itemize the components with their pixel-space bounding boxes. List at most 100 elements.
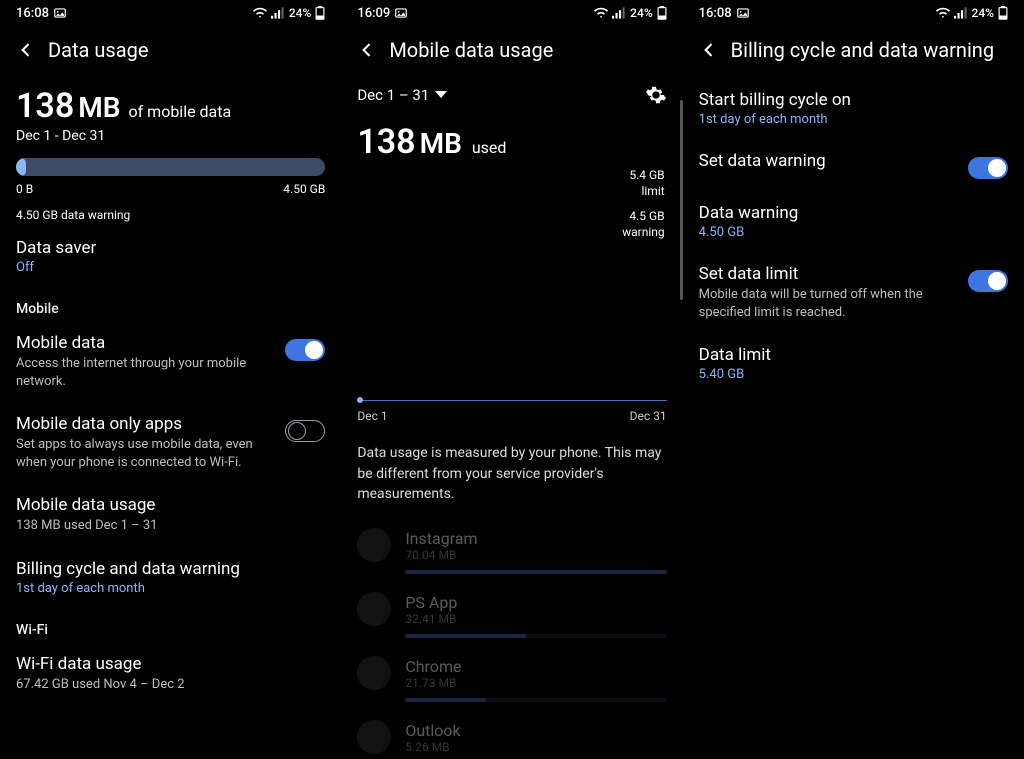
set-limit-desc: Mobile data will be turned off when the … (699, 286, 956, 321)
limit-value: 5.4 GB (357, 168, 664, 184)
signal-icon (271, 7, 285, 19)
back-icon[interactable] (16, 40, 36, 60)
usage-progress (16, 158, 325, 176)
wifi-icon (253, 7, 267, 19)
data-saver-item[interactable]: Data saver Off (0, 226, 341, 287)
data-warning-title: Data warning (699, 203, 1008, 223)
app-row[interactable]: Instagram 70.04 MB (341, 516, 682, 566)
section-mobile: Mobile (0, 287, 341, 321)
app-name: Instagram (405, 529, 666, 548)
date-range-label: Dec 1 – 31 (357, 86, 429, 104)
panel-billing-cycle: 16:08 24% Billing cycle and data warning… (683, 0, 1024, 759)
warning-note: 4.50 GB data warning (0, 198, 341, 226)
gear-icon[interactable] (645, 84, 667, 106)
app-usage-bar (405, 570, 666, 574)
start-billing-item[interactable]: Start billing cycle on 1st day of each m… (683, 78, 1024, 139)
data-limit-value: 5.40 GB (699, 367, 1008, 382)
billing-title: Billing cycle and data warning (16, 559, 325, 579)
app-icon (357, 528, 391, 562)
battery-percent: 24% (972, 6, 994, 20)
limit-stat: 5.4 GB limit (341, 162, 682, 199)
mobile-data-title: Mobile data (16, 333, 273, 353)
app-usage: 21.73 MB (405, 676, 666, 690)
clock: 16:08 (699, 6, 732, 21)
usage-chart: Dec 1 Dec 31 (357, 400, 666, 423)
date-range: Dec 1 - Dec 31 (0, 126, 341, 152)
total-usage: 138 MB used (341, 118, 682, 162)
usage-unit: MB (420, 127, 462, 160)
wifi-usage-desc: 67.42 GB used Nov 4 – Dec 2 (16, 676, 325, 694)
mobile-data-item[interactable]: Mobile data Access the internet through … (0, 321, 341, 402)
warning-label: warning (357, 225, 664, 241)
panel-data-usage: 16:08 24% Data usage 138 MB of mobile da… (0, 0, 341, 759)
chart-line (357, 400, 666, 401)
usage-unit: MB (78, 91, 120, 124)
chart-start: Dec 1 (357, 409, 387, 423)
chart-end: Dec 31 (630, 409, 667, 423)
image-icon (394, 6, 408, 20)
data-warning-value: 4.50 GB (699, 225, 1008, 240)
page-title: Billing cycle and data warning (731, 38, 994, 62)
only-apps-desc: Set apps to always use mobile data, even… (16, 436, 273, 471)
usage-suffix: of mobile data (129, 102, 232, 121)
progress-max: 4.50 GB (283, 182, 325, 196)
mobile-data-toggle[interactable] (285, 339, 325, 361)
app-icon (357, 656, 391, 690)
app-icon (357, 592, 391, 626)
app-usage-bar (405, 698, 666, 702)
set-data-warning-item[interactable]: Set data warning (683, 139, 1024, 191)
mobile-data-desc: Access the internet through your mobile … (16, 355, 273, 390)
app-name: PS App (405, 593, 666, 612)
set-limit-toggle[interactable] (968, 270, 1008, 292)
image-icon (736, 6, 750, 20)
date-range-selector[interactable]: Dec 1 – 31 (357, 86, 447, 104)
mobile-only-apps-item[interactable]: Mobile data only apps Set apps to always… (0, 402, 341, 483)
status-bar: 16:08 24% (683, 0, 1024, 26)
data-limit-item[interactable]: Data limit 5.40 GB (683, 333, 1024, 394)
usage-progress-fill (16, 158, 26, 176)
set-data-limit-item[interactable]: Set data limit Mobile data will be turne… (683, 252, 1024, 333)
app-name: Chrome (405, 657, 666, 676)
app-row[interactable]: PS App 32.41 MB (341, 580, 682, 630)
data-warning-item[interactable]: Data warning 4.50 GB (683, 191, 1024, 252)
back-icon[interactable] (357, 40, 377, 60)
header: Data usage (0, 26, 341, 78)
battery-icon (657, 6, 667, 20)
header: Mobile data usage (341, 26, 682, 78)
wifi-icon (936, 7, 950, 19)
clock: 16:08 (16, 6, 49, 21)
app-list: Instagram 70.04 MB PS App 32.41 MB Chrom… (341, 516, 682, 759)
start-billing-title: Start billing cycle on (699, 90, 1008, 110)
app-usage: 70.04 MB (405, 548, 666, 562)
only-apps-toggle[interactable] (285, 420, 325, 442)
usage-amount: 138 (357, 122, 415, 162)
clock: 16:09 (357, 6, 390, 21)
billing-value: 1st day of each month (16, 581, 325, 596)
app-row[interactable]: Chrome 21.73 MB (341, 644, 682, 694)
back-icon[interactable] (699, 40, 719, 60)
app-row[interactable]: Outlook 5.26 MB (341, 708, 682, 758)
panel-mobile-data-usage: 16:09 24% Mobile data usage Dec 1 – 31 1… (341, 0, 682, 759)
status-bar: 16:08 24% (0, 0, 341, 26)
signal-icon (954, 7, 968, 19)
set-warning-toggle[interactable] (968, 157, 1008, 179)
data-saver-title: Data saver (16, 238, 325, 258)
limit-label: limit (357, 184, 664, 200)
progress-min: 0 B (16, 182, 33, 196)
mobile-usage-item[interactable]: Mobile data usage 138 MB used Dec 1 – 31 (0, 483, 341, 547)
signal-icon (612, 7, 626, 19)
total-usage: 138 MB of mobile data (0, 78, 341, 126)
battery-percent: 24% (289, 6, 311, 20)
wifi-usage-title: Wi-Fi data usage (16, 654, 325, 674)
billing-cycle-item[interactable]: Billing cycle and data warning 1st day o… (0, 547, 341, 608)
page-title: Mobile data usage (389, 38, 553, 62)
app-usage-bar (405, 634, 666, 638)
set-warning-title: Set data warning (699, 151, 956, 171)
usage-amount: 138 (16, 86, 74, 126)
mobile-usage-desc: 138 MB used Dec 1 – 31 (16, 517, 325, 535)
wifi-usage-item[interactable]: Wi-Fi data usage 67.42 GB used Nov 4 – D… (0, 642, 341, 706)
battery-percent: 24% (630, 6, 652, 20)
mobile-usage-title: Mobile data usage (16, 495, 325, 515)
measurement-note: Data usage is measured by your phone. Th… (341, 423, 682, 516)
header: Billing cycle and data warning (683, 26, 1024, 78)
